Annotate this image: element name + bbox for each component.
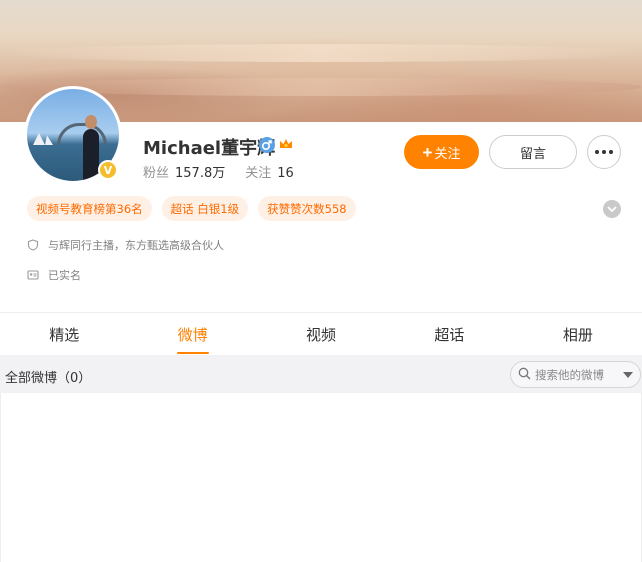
male-gender-icon xyxy=(259,137,275,153)
tag-ranking[interactable]: 视频号教育榜第36名 xyxy=(27,196,152,221)
search-input[interactable] xyxy=(535,367,615,382)
dropdown-caret-icon[interactable] xyxy=(623,372,633,378)
profile-tabs: 精选 微博 视频 超话 相册 xyxy=(0,313,642,355)
feed-search[interactable] xyxy=(510,361,641,388)
profile-stats: 粉丝 157.8万 关注 16 xyxy=(143,162,314,181)
tag-super-topic-level[interactable]: 超话 白银1级 xyxy=(161,196,249,221)
real-name-text: 已实名 xyxy=(48,269,81,282)
follow-button[interactable]: + 关注 xyxy=(404,135,479,169)
feed-title: 全部微博（0） xyxy=(5,371,92,386)
fans-count[interactable]: 157.8万 xyxy=(175,166,225,181)
member-crown-icon[interactable] xyxy=(278,136,294,152)
id-card-icon xyxy=(27,269,39,281)
verification-text: 与辉同行主播，东方甄选高级合伙人 xyxy=(48,239,224,252)
follow-button-label: 关注 xyxy=(434,145,461,161)
feed-header: 全部微博（0） xyxy=(0,355,642,393)
shield-icon xyxy=(27,239,39,251)
tab-videos[interactable]: 视频 xyxy=(257,313,385,355)
more-options-button[interactable] xyxy=(587,135,621,169)
avatar-background-building xyxy=(33,133,53,145)
tag-likes[interactable]: 获赞赞次数558 xyxy=(258,196,356,221)
avatar-person-body xyxy=(83,129,99,181)
tab-featured[interactable]: 精选 xyxy=(0,313,128,355)
message-button[interactable]: 留言 xyxy=(489,135,577,169)
tab-albums[interactable]: 相册 xyxy=(514,313,642,355)
tab-weibo[interactable]: 微博 xyxy=(128,313,256,355)
profile-tags: 视频号教育榜第36名 超话 白银1级 获赞赞次数558 xyxy=(27,196,356,221)
more-dot-icon xyxy=(595,150,599,154)
more-dot-icon xyxy=(609,150,613,154)
verified-icon: V xyxy=(98,160,118,180)
profile-name: Michael董宇辉 xyxy=(143,138,276,159)
following-count[interactable]: 16 xyxy=(277,166,294,181)
fans-label: 粉丝 xyxy=(143,166,170,181)
sand-ridge xyxy=(0,44,642,62)
feed-list xyxy=(0,393,642,562)
real-name-info: 已实名 xyxy=(27,267,81,283)
search-icon xyxy=(518,365,531,384)
following-label: 关注 xyxy=(245,166,272,181)
verification-info: 与辉同行主播，东方甄选高级合伙人 xyxy=(27,237,224,253)
avatar-person-head xyxy=(85,115,97,129)
avatar-background-bridge xyxy=(57,123,107,145)
more-dot-icon xyxy=(602,150,606,154)
plus-icon: + xyxy=(422,142,433,162)
tab-super-topics[interactable]: 超话 xyxy=(385,313,513,355)
expand-chevron-icon[interactable] xyxy=(603,200,621,218)
message-button-label: 留言 xyxy=(519,145,546,161)
